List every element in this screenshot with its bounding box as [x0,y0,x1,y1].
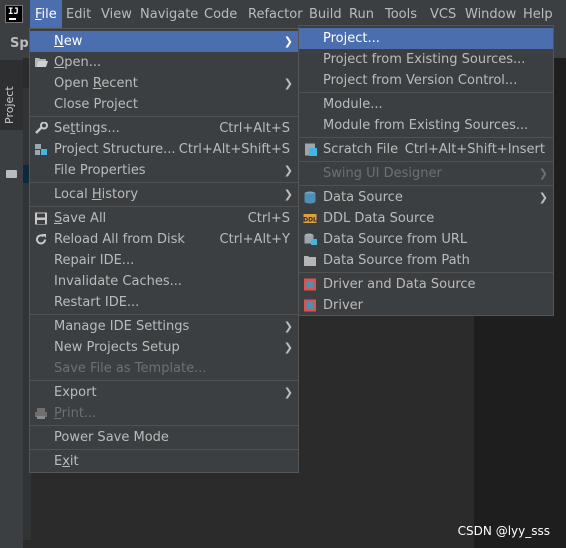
project-tool-tab[interactable]: Project [0,60,23,178]
menu-edit[interactable]: Edit [61,0,96,30]
menu-item-open[interactable]: Open... [30,52,298,73]
menu-separator [30,182,298,183]
menu-item-invalidate-caches[interactable]: Invalidate Caches... [30,271,298,292]
submenu-arrow-icon: ❯ [283,320,293,333]
menu-separator [299,185,553,186]
submenu-item-scratch-file[interactable]: Scratch File Ctrl+Alt+Shift+Insert [299,139,553,160]
new-submenu: Project... Project from Existing Sources… [298,25,554,316]
submenu-arrow-icon: ❯ [538,191,548,204]
reload-icon [36,234,46,245]
menu-item-close-project[interactable]: Close Project [30,94,298,115]
menu-item-save-all[interactable]: Save All Ctrl+S [30,208,298,229]
menu-separator [299,92,553,93]
submenu-item-project-existing-sources[interactable]: Project from Existing Sources... [299,49,553,70]
menu-item-project-structure[interactable]: Project Structure... Ctrl+Alt+Shift+S [30,139,298,160]
scratch-file-icon [305,143,317,156]
menu-separator [299,272,553,273]
submenu-item-swing-ui-designer: Swing UI Designer ❯ [299,163,553,184]
submenu-item-module[interactable]: Module... [299,94,553,115]
database-icon [304,191,316,204]
menu-file[interactable]: File [30,0,62,30]
menu-separator [30,206,298,207]
menu-item-reload-all[interactable]: Reload All from Disk Ctrl+Alt+Y [30,229,298,250]
folder-open-icon [35,58,48,67]
menu-item-new[interactable]: New ❯ [30,31,298,52]
submenu-arrow-icon: ❯ [283,164,293,177]
menu-view[interactable]: View [96,0,137,30]
menu-item-manage-ide-settings[interactable]: Manage IDE Settings ❯ [30,316,298,337]
submenu-arrow-icon: ❯ [283,386,293,399]
menu-item-power-save-mode[interactable]: Power Save Mode [30,427,298,448]
database-url-icon [304,233,317,245]
submenu-item-data-source-url[interactable]: Data Source from URL [299,229,553,250]
menu-item-repair-ide[interactable]: Repair IDE... [30,250,298,271]
svg-text:DDL: DDL [303,216,317,223]
intellij-logo-icon: IJ [5,5,23,23]
folder-icon [6,170,17,178]
watermark: CSDN @lyy_sss [457,524,550,538]
submenu-arrow-icon: ❯ [283,188,293,201]
project-tab-label: Project [3,86,16,124]
submenu-arrow-icon: ❯ [283,35,293,48]
driver-datasource-icon [304,278,316,291]
menu-separator [299,137,553,138]
driver-icon [304,299,316,312]
submenu-item-data-source[interactable]: Data Source ❯ [299,187,553,208]
menu-item-settings[interactable]: Settings... Ctrl+Alt+S [30,118,298,139]
menu-separator [30,314,298,315]
submenu-arrow-icon: ❯ [283,77,293,90]
menu-item-open-recent[interactable]: Open Recent ❯ [30,73,298,94]
folder-path-icon [304,256,316,266]
menu-separator [30,449,298,450]
menu-item-local-history[interactable]: Local History ❯ [30,184,298,205]
save-icon [35,212,47,225]
menu-separator [30,116,298,117]
menu-item-restart-ide[interactable]: Restart IDE... [30,292,298,313]
submenu-arrow-icon: ❯ [538,167,548,180]
menu-item-file-properties[interactable]: File Properties ❯ [30,160,298,181]
ddl-icon: DDL [303,214,317,223]
left-tool-strip [0,58,23,548]
project-structure-icon [35,144,47,155]
menu-separator [30,425,298,426]
submenu-item-driver-and-data-source[interactable]: Driver and Data Source [299,274,553,295]
file-menu: New ❯ Open... Open Recent ❯ Close Project … [29,28,299,473]
menu-item-exit[interactable]: Exit [30,451,298,472]
submenu-item-ddl-data-source[interactable]: DDL DDL Data Source [299,208,553,229]
submenu-arrow-icon: ❯ [283,341,293,354]
menu-item-print: Print... [30,403,298,424]
submenu-item-project-vcs[interactable]: Project from Version Control... [299,70,553,91]
menu-separator [30,380,298,381]
menu-navigate[interactable]: Navigate [135,0,203,30]
menu-code[interactable]: Code [199,0,242,30]
menu-item-save-as-template: Save File as Template... [54,361,207,376]
submenu-item-driver[interactable]: Driver [299,295,553,316]
menu-item-new-projects-setup[interactable]: New Projects Setup ❯ [30,337,298,358]
wrench-icon [35,122,48,134]
menu-item-export[interactable]: Export ❯ [30,382,298,403]
submenu-item-project[interactable]: Project... [299,28,553,49]
submenu-item-data-source-path[interactable]: Data Source from Path [299,250,553,271]
printer-icon [35,408,47,419]
menu-separator [299,161,553,162]
submenu-item-module-existing-sources[interactable]: Module from Existing Sources... [299,115,553,136]
